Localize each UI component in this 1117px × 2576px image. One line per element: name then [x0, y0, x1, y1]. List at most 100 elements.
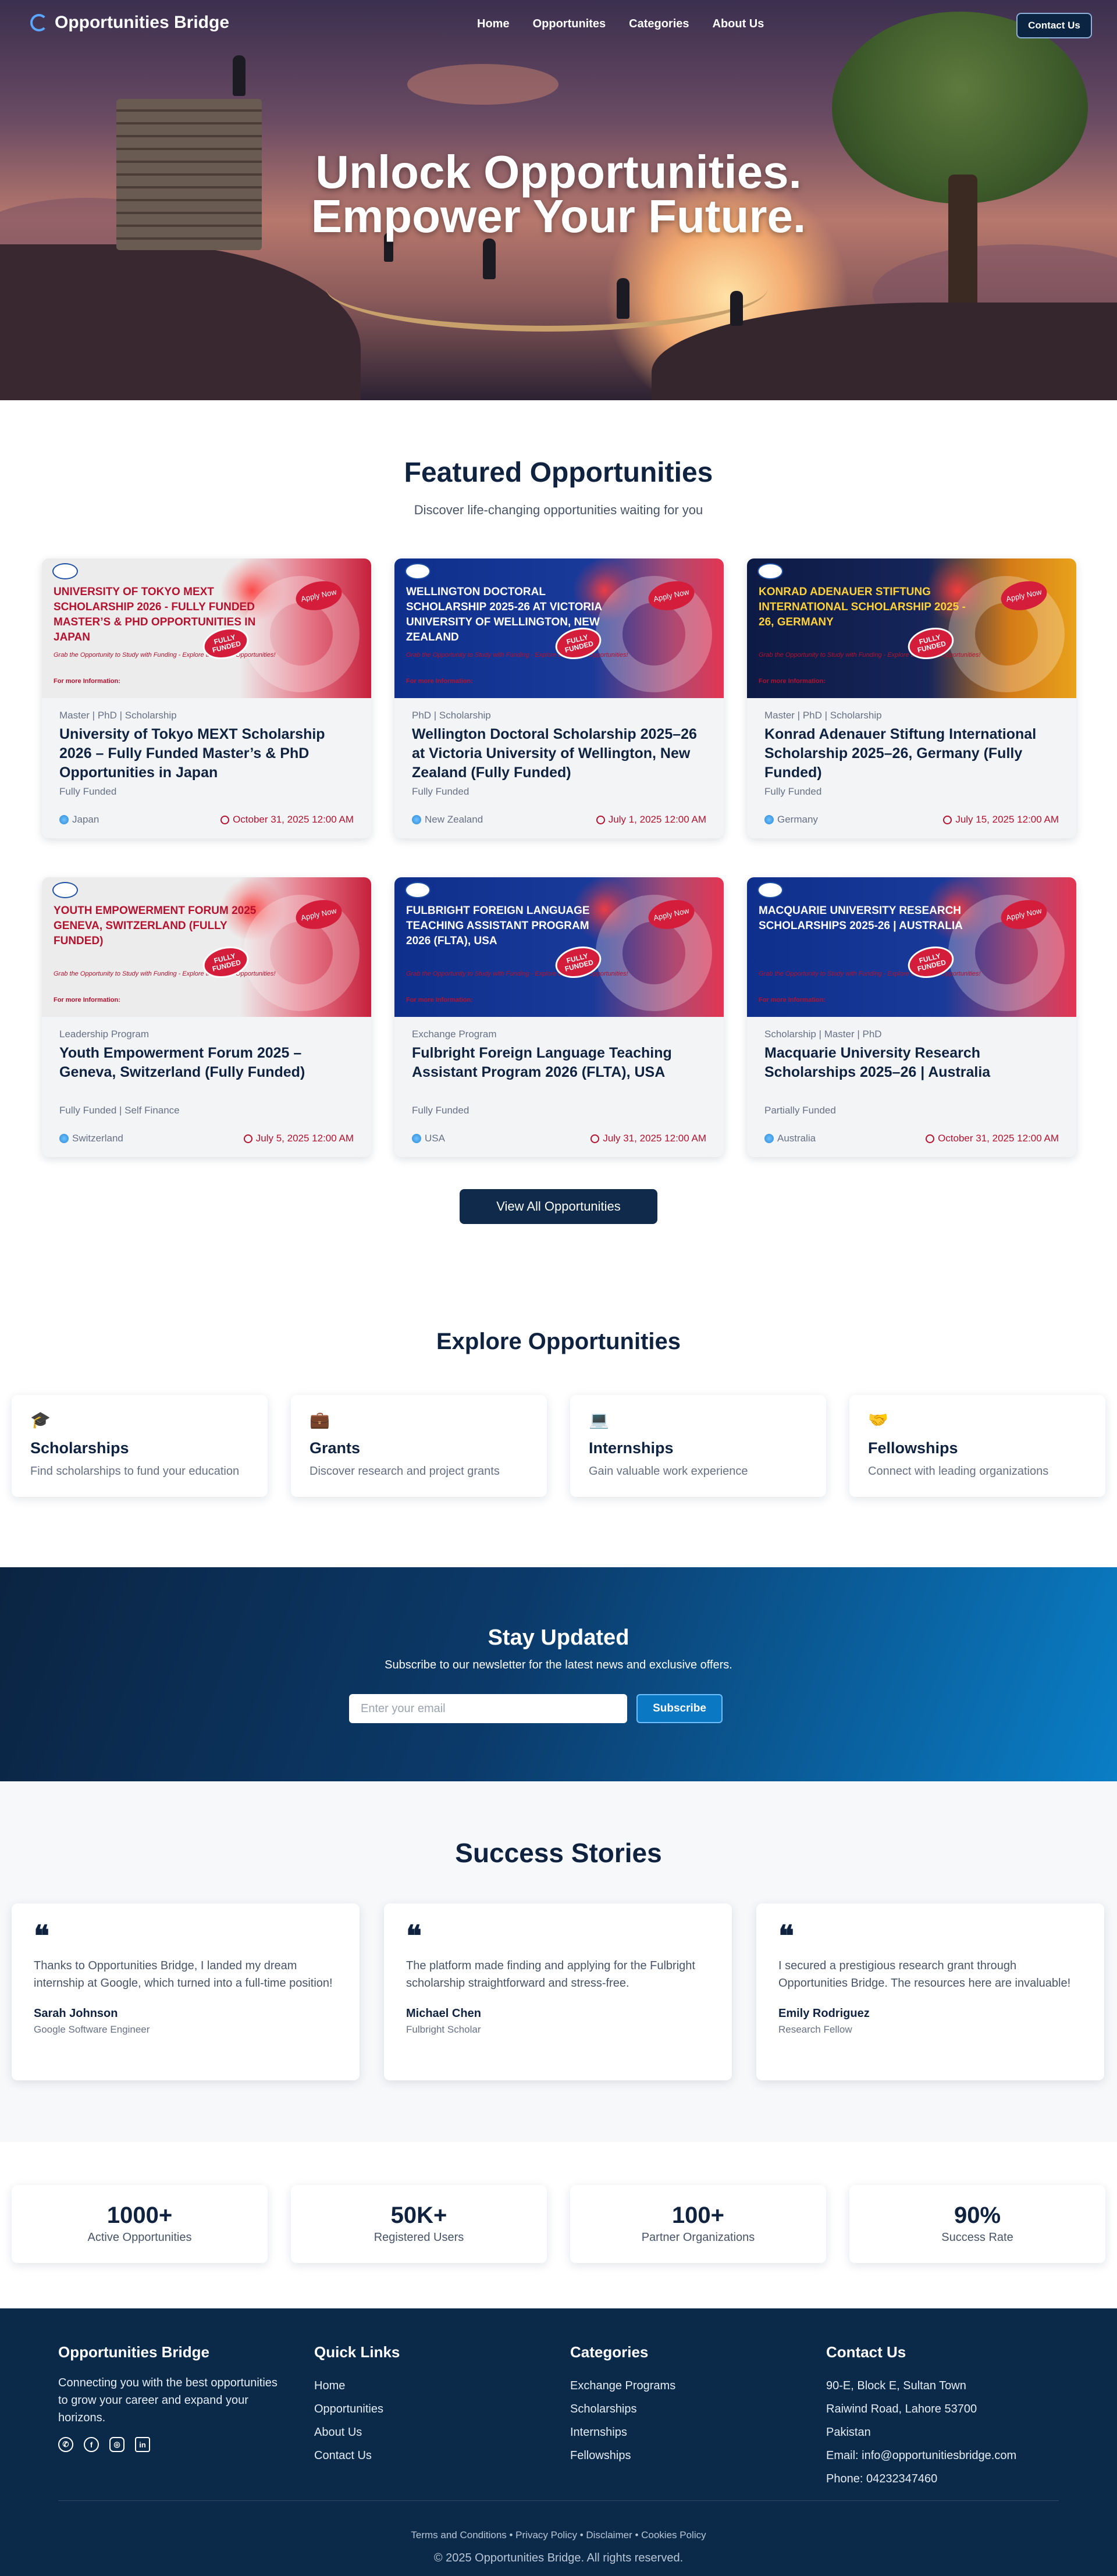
footer-link-about[interactable]: About Us [314, 2421, 400, 2444]
opportunity-title[interactable]: Konrad Adenauer Stiftung International S… [764, 725, 1059, 782]
opportunity-card[interactable]: University of Tokyo MEXT Scholarship 202… [42, 558, 371, 838]
opportunity-card-image[interactable]: Konrad Adenauer Stiftung International S… [747, 558, 1076, 698]
clock-icon [590, 1134, 600, 1143]
opportunity-deadline: July 31, 2025 12:00 AM [590, 1133, 706, 1144]
graduation-cap-icon: 🎓 [30, 1411, 51, 1429]
facebook-icon[interactable]: f [84, 2437, 99, 2452]
opportunity-deadline-text: July 1, 2025 12:00 AM [608, 814, 706, 825]
footer-address-line: Raiwind Road, Lahore 53700 [826, 2403, 977, 2415]
featured-subtitle: Discover life-changing opportunities wai… [414, 503, 703, 517]
explore-card-internships[interactable]: 💻 Internships Gain valuable work experie… [570, 1395, 826, 1497]
opportunity-title[interactable]: Macquarie University Research Scholarshi… [764, 1044, 1059, 1101]
logo-text: Opportunities Bridge [55, 13, 229, 32]
featured-title: Featured Opportunities [404, 457, 713, 488]
opportunity-card-image[interactable]: Wellington Doctoral Scholarship 2025-26 … [394, 558, 724, 698]
opportunity-deadline-text: July 31, 2025 12:00 AM [603, 1133, 706, 1144]
mini-logo-icon [757, 563, 783, 579]
testimonial-card: ❝ I secured a prestigious research grant… [756, 1903, 1104, 2080]
footer-cat-scholarships[interactable]: Scholarships [570, 2397, 675, 2421]
testimonial-card: ❝ Thanks to Opportunities Bridge, I land… [12, 1903, 360, 2080]
stat-success-rate: 90% Success Rate [849, 2185, 1105, 2263]
view-all-opportunities-button[interactable]: View All Opportunities [460, 1189, 657, 1224]
opportunity-title[interactable]: Wellington Doctoral Scholarship 2025–26 … [412, 725, 706, 782]
card-image-tagline: Grab the Opportunity to Study with Fundi… [54, 970, 276, 977]
opportunity-funding: Partially Funded [764, 1105, 836, 1116]
nav-link-opportunities[interactable]: Opportunites [533, 17, 606, 31]
explore-card-fellowships[interactable]: 🤝 Fellowships Connect with leading organ… [849, 1395, 1105, 1497]
nav-link-categories[interactable]: Categories [629, 17, 689, 31]
footer-cat-exchange[interactable]: Exchange Programs [570, 2374, 675, 2397]
opportunity-meta: Switzerland July 5, 2025 12:00 AM [59, 1133, 354, 1144]
nav-link-about[interactable]: About Us [713, 17, 764, 31]
hero-cloud [407, 64, 558, 105]
clock-icon [943, 815, 952, 824]
linkedin-icon[interactable]: in [135, 2437, 150, 2452]
opportunity-card[interactable]: Youth Empowerment Forum 2025 Geneva, Swi… [42, 877, 371, 1157]
opportunity-card[interactable]: Macquarie University Research Scholarshi… [747, 877, 1076, 1157]
card-image-more-info: For more Information: [54, 997, 120, 1004]
footer-phone[interactable]: Phone: 04232347460 [826, 2467, 1016, 2490]
opportunity-country: Germany [764, 814, 818, 826]
contact-us-button[interactable]: Contact Us [1016, 13, 1092, 38]
footer-legal-links[interactable]: Terms and Conditions • Privacy Policy • … [0, 2529, 1117, 2541]
opportunity-card-image[interactable]: University of Tokyo MEXT Scholarship 202… [42, 558, 371, 698]
footer-about-title: Opportunities Bridge [58, 2343, 209, 2361]
opportunity-funding: Fully Funded [59, 786, 117, 797]
footer-email[interactable]: Email: info@opportunitiesbridge.com [826, 2444, 1016, 2467]
opportunity-tags: Master | PhD | Scholarship [764, 710, 882, 721]
clock-icon [243, 1134, 252, 1143]
opportunity-deadline-text: October 31, 2025 12:00 AM [938, 1133, 1059, 1144]
testimonial-name: Sarah Johnson [34, 2007, 118, 2020]
whatsapp-icon[interactable]: ✆ [58, 2437, 73, 2452]
footer-link-opportunities[interactable]: Opportunities [314, 2397, 400, 2421]
stat-value: 100+ [671, 2203, 725, 2228]
card-image-tagline: Grab the Opportunity to Study with Fundi… [406, 652, 628, 659]
newsletter-section: Stay Updated Subscribe to our newsletter… [0, 1567, 1117, 1781]
explore-card-scholarships[interactable]: 🎓 Scholarships Find scholarships to fund… [12, 1395, 268, 1497]
hero-banner: Opportunities Bridge Home Opportunites C… [0, 0, 1117, 400]
mini-logo-icon [52, 882, 78, 898]
opportunity-tags: Scholarship | Master | PhD [764, 1029, 882, 1040]
globe-icon [59, 815, 69, 824]
card-image-tagline: Grab the Opportunity to Study with Fundi… [54, 652, 276, 659]
opportunity-country-text: USA [425, 1133, 445, 1144]
footer-cat-fellowships[interactable]: Fellowships [570, 2444, 675, 2467]
opportunity-funding: Fully Funded [412, 786, 469, 797]
opportunity-country-text: Australia [777, 1133, 816, 1144]
footer-link-contact[interactable]: Contact Us [314, 2444, 400, 2467]
testimonial-text: The platform made finding and applying f… [406, 1959, 695, 1990]
mini-logo-icon [757, 882, 783, 898]
opportunity-card[interactable]: Konrad Adenauer Stiftung International S… [747, 558, 1076, 838]
opportunity-funding: Fully Funded [412, 1105, 469, 1116]
opportunity-country-text: Germany [777, 814, 818, 825]
testimonial-name: Michael Chen [406, 2007, 481, 2020]
newsletter-email-input[interactable] [349, 1694, 627, 1723]
opportunity-deadline: July 1, 2025 12:00 AM [596, 814, 706, 826]
opportunity-country-text: Japan [72, 814, 99, 825]
footer-link-home[interactable]: Home [314, 2374, 400, 2397]
opportunity-card[interactable]: Wellington Doctoral Scholarship 2025-26 … [394, 558, 724, 838]
clock-icon [926, 1134, 935, 1143]
opportunity-card-image[interactable]: Macquarie University Research Scholarshi… [747, 877, 1076, 1017]
opportunity-title[interactable]: University of Tokyo MEXT Scholarship 202… [59, 725, 354, 782]
subscribe-button[interactable]: Subscribe [636, 1694, 723, 1723]
opportunity-meta: Australia October 31, 2025 12:00 AM [764, 1133, 1059, 1144]
card-image-more-info: For more Information: [406, 997, 473, 1004]
opportunity-card-image[interactable]: Fulbright Foreign Language Teaching Assi… [394, 877, 724, 1017]
opportunity-title[interactable]: Fulbright Foreign Language Teaching Assi… [412, 1044, 706, 1101]
instagram-icon[interactable]: ◎ [109, 2437, 124, 2452]
opportunity-title[interactable]: Youth Empowerment Forum 2025 – Geneva, S… [59, 1044, 354, 1101]
newsletter-subtitle: Subscribe to our newsletter for the late… [385, 1659, 732, 1671]
opportunity-deadline: October 31, 2025 12:00 AM [926, 1133, 1059, 1144]
top-navbar: Opportunities Bridge Home Opportunites C… [0, 0, 1117, 51]
opportunity-card[interactable]: Fulbright Foreign Language Teaching Assi… [394, 877, 724, 1157]
card-image-more-info: For more Information: [759, 997, 826, 1004]
opportunity-card-image[interactable]: Youth Empowerment Forum 2025 Geneva, Swi… [42, 877, 371, 1017]
explore-card-title: Grants [310, 1439, 361, 1457]
nav-link-home[interactable]: Home [477, 17, 510, 31]
site-logo[interactable]: Opportunities Bridge [30, 13, 229, 33]
footer-about: Opportunities Bridge Connecting you with… [58, 2343, 279, 2452]
explore-card-grants[interactable]: 💼 Grants Discover research and project g… [291, 1395, 547, 1497]
footer-cat-internships[interactable]: Internships [570, 2421, 675, 2444]
opportunity-meta: New Zealand July 1, 2025 12:00 AM [412, 814, 706, 826]
